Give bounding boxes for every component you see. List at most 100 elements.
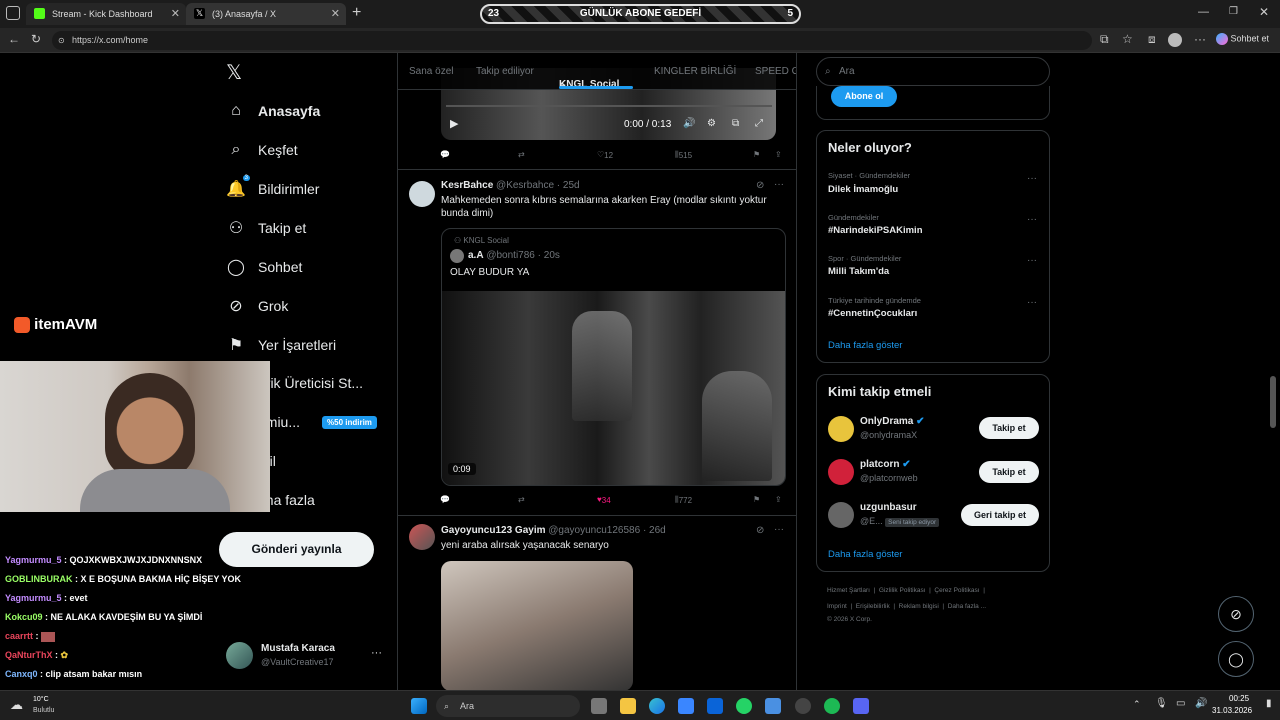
sidebar-item-notifications[interactable]: 🔔 3 Bildirimler [226, 175, 319, 202]
task-view-icon[interactable] [591, 698, 607, 714]
quote-video[interactable]: 0:09 [442, 291, 785, 485]
show-more-link[interactable]: Daha fazla göster [828, 549, 902, 560]
sidebar-item-follow[interactable]: ⚇ Takip et [226, 215, 306, 241]
suggested-user-name[interactable]: uzgunbasur [860, 502, 917, 513]
volume-icon[interactable]: 🔊 [683, 118, 695, 129]
obs-icon[interactable] [795, 698, 811, 714]
avatar[interactable] [828, 459, 854, 485]
grok-icon[interactable]: ⊘ [756, 525, 764, 536]
post-image[interactable] [441, 561, 633, 690]
clock-date[interactable]: 31.03.2026 [1212, 706, 1252, 715]
post-more-icon[interactable]: ··· [774, 179, 784, 190]
trend-more-icon[interactable]: ··· [1027, 214, 1037, 225]
discord-icon[interactable] [853, 698, 869, 714]
footer-link[interactable]: Çerez Politikası [934, 587, 979, 594]
microphone-icon[interactable]: 🎙 [1155, 698, 1168, 709]
like-button[interactable]: ♥ 34 [597, 495, 611, 505]
follow-button[interactable]: Takip et [979, 417, 1039, 439]
repost-icon[interactable]: ⇄ [518, 495, 525, 504]
list-item[interactable]: KesrBahce @Kesrbahce · 25d ⊘ ··· Mahkeme… [398, 170, 796, 516]
footer-link[interactable]: Hizmet Şartları [827, 587, 870, 594]
reply-icon[interactable]: 💬 [440, 495, 450, 504]
footer-link[interactable]: Gizlilik Politikası [879, 587, 926, 594]
volume-icon[interactable]: 🔊 [1195, 698, 1207, 709]
weather-widget[interactable]: ☁ 10°C Bulutlu [10, 695, 70, 717]
footer-link[interactable]: Erişilebilirlik [856, 603, 890, 610]
views-count[interactable]: ⫼ 772 [675, 495, 692, 505]
taskbar-search[interactable]: ⌕ Ara [436, 695, 580, 717]
close-tab-icon[interactable]: ✕ [331, 7, 340, 20]
back-icon[interactable]: ← [8, 32, 20, 46]
trend-more-icon[interactable]: ··· [1027, 255, 1037, 266]
tab-speed[interactable]: SPEED G [755, 66, 796, 77]
suggested-user-name[interactable]: platcorn ✔ [860, 459, 911, 470]
list-item[interactable]: Gayoyuncu123 Gayim @gayoyuncu126586 · 26… [398, 516, 796, 690]
footer-link[interactable]: Imprint [827, 603, 847, 610]
footer-link[interactable]: Reklam bilgisi [899, 603, 939, 610]
avatar[interactable] [409, 524, 435, 550]
trend-item[interactable]: #CennetinÇocukları [828, 308, 917, 319]
footer-link[interactable]: Daha fazla ... [948, 603, 986, 610]
follow-button[interactable]: Takip et [979, 461, 1039, 483]
favorites-icon[interactable]: ☆ [1122, 32, 1133, 46]
settings-icon[interactable]: ⚙ [707, 118, 716, 129]
reply-icon[interactable]: 💬 [440, 150, 450, 159]
chat-icon[interactable]: ◯ [1218, 641, 1254, 677]
post-time[interactable]: · 26d [643, 525, 666, 536]
trend-more-icon[interactable]: ··· [1027, 297, 1037, 308]
avatar[interactable] [828, 416, 854, 442]
author-handle[interactable]: @gayoyuncu126586 [548, 525, 640, 536]
tab-x-home[interactable]: 𝕏 (3) Anasayfa / X ✕ [186, 3, 346, 25]
tab-following[interactable]: Takip ediliyor [476, 66, 534, 77]
search-input[interactable]: ⌕ Ara [816, 57, 1050, 86]
show-more-link[interactable]: Daha fazla göster [828, 340, 902, 351]
collections-icon[interactable]: ⧈ [1148, 32, 1156, 47]
author-name[interactable]: Gayoyuncu123 Gayim [441, 525, 546, 536]
play-icon[interactable]: ▶ [450, 117, 458, 130]
profile-avatar[interactable] [1168, 33, 1182, 47]
edge-icon[interactable] [649, 698, 665, 714]
account-more-icon[interactable]: ··· [371, 647, 382, 659]
start-icon[interactable] [411, 698, 427, 714]
minimize-button[interactable]: — [1198, 6, 1209, 18]
trend-item[interactable]: #NarindekiPSAKimin [828, 225, 923, 236]
trend-item[interactable]: Dilek İmamoğlu [828, 184, 898, 195]
tab-kick-dashboard[interactable]: Stream - Kick Dashboard ✕ [26, 3, 186, 25]
app-icon[interactable] [765, 698, 781, 714]
account-switcher[interactable]: Mustafa Karaca @VaultCreative17 ··· [226, 641, 386, 671]
page-scrollbar[interactable] [1270, 56, 1276, 688]
clock-time[interactable]: 00:25 [1229, 694, 1249, 703]
share-icon[interactable]: ⇪ [775, 495, 782, 504]
refresh-icon[interactable]: ↻ [31, 32, 41, 46]
spotify-icon[interactable] [824, 698, 840, 714]
post-button[interactable]: Gönderi yayınla [219, 532, 374, 567]
sidebar-toggle-icon[interactable] [6, 6, 20, 20]
close-tab-icon[interactable]: ✕ [171, 7, 180, 20]
notifications-icon[interactable]: ▮ [1266, 698, 1272, 709]
mail-icon[interactable] [707, 698, 723, 714]
bookmark-icon[interactable]: ⚑ [753, 495, 760, 504]
trend-item[interactable]: Milli Takım'da [828, 266, 889, 277]
trend-more-icon[interactable]: ··· [1027, 173, 1037, 184]
sidebar-item-grok[interactable]: ⊘ Grok [226, 293, 288, 319]
network-icon[interactable]: ▭ [1176, 698, 1185, 709]
url-field[interactable]: ⊙ https://x.com/home [52, 31, 1092, 50]
share-icon[interactable]: ⇪ [775, 150, 782, 159]
subscribe-button[interactable]: Abone ol [831, 86, 897, 107]
post-time[interactable]: · 25d [557, 180, 580, 191]
extensions-icon[interactable]: ⧉ [1100, 32, 1109, 47]
avatar[interactable] [409, 181, 435, 207]
sidebar-item-explore[interactable]: ⌕ Keşfet [226, 137, 298, 163]
more-icon[interactable]: ··· [1194, 32, 1206, 46]
whatsapp-icon[interactable] [736, 698, 752, 714]
grok-icon[interactable]: ⊘ [1218, 596, 1254, 632]
fullscreen-icon[interactable]: ⤢ [755, 118, 763, 129]
store-icon[interactable] [678, 698, 694, 714]
scrollbar-thumb[interactable] [1270, 376, 1276, 428]
video-progress-bar[interactable] [446, 105, 772, 107]
close-window-button[interactable]: ✕ [1259, 5, 1269, 19]
repost-icon[interactable]: ⇄ [518, 150, 525, 159]
bookmark-icon[interactable]: ⚑ [753, 150, 760, 159]
pip-icon[interactable]: ⧉ [732, 118, 739, 129]
sidebar-item-home[interactable]: ⌂ Anasayfa [226, 98, 320, 124]
